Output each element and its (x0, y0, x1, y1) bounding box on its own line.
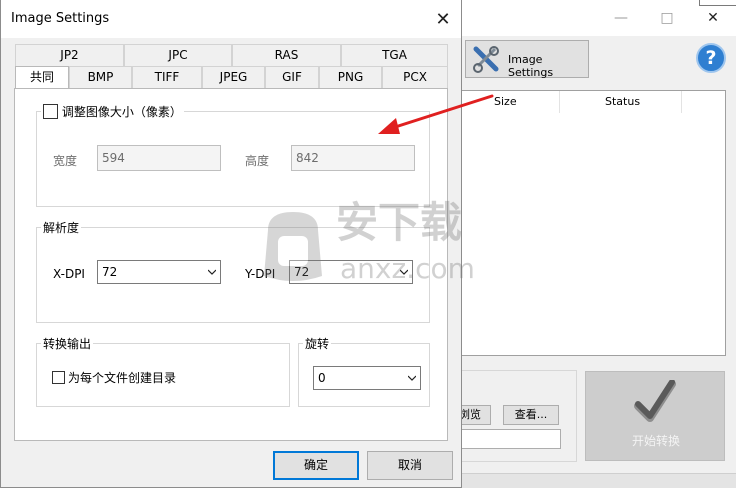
width-label: 宽度 (53, 154, 78, 168)
tab-jpc[interactable]: JPC (124, 44, 232, 66)
dialog-title: Image Settings (11, 11, 110, 26)
tab-gif[interactable]: GIF (265, 66, 319, 88)
watermark-subtext: anxz.com (340, 252, 475, 285)
column-header-status[interactable]: Status (560, 91, 682, 113)
tab-tiff[interactable]: TIFF (132, 66, 202, 88)
tab-bmp[interactable]: BMP (69, 66, 132, 88)
help-icon[interactable]: ? (696, 43, 726, 73)
checkmark-icon (634, 380, 676, 422)
create-folder-checkbox[interactable] (52, 371, 65, 384)
tab-ras[interactable]: RAS (232, 44, 341, 66)
create-folder-label: 为每个文件创建目录 (68, 371, 177, 385)
chevron-down-icon (408, 375, 416, 381)
start-convert-label: 开始转换 (631, 434, 680, 448)
output-legend: 转换输出 (41, 335, 94, 352)
image-settings-label: Image Settings (508, 53, 554, 79)
resize-checkbox-label: 调整图像大小（像素） (61, 105, 182, 119)
window-edge-strip (699, 0, 736, 6)
chevron-down-icon (208, 269, 216, 275)
tab-jpeg[interactable]: JPEG (202, 66, 265, 88)
dialog-titlebar: Image Settings ✕ (1, 0, 461, 38)
resize-checkbox[interactable] (43, 104, 58, 119)
ok-button[interactable]: 确定 (273, 451, 359, 480)
image-settings-button[interactable]: Image Settings (465, 40, 589, 79)
close-icon[interactable]: ✕ (431, 8, 455, 32)
resolution-legend: 解析度 (41, 219, 82, 236)
rotation-legend: 旋转 (303, 335, 332, 352)
watermark-text: 安下载 (336, 198, 463, 247)
cancel-button[interactable]: 取消 (367, 451, 453, 480)
shield-logo-icon (264, 212, 322, 281)
annotation-arrow-icon (378, 94, 494, 134)
tools-icon (473, 46, 499, 73)
resize-legend: 调整图像大小（像素） (41, 103, 184, 121)
output-path-input[interactable] (457, 429, 561, 449)
start-convert-button[interactable]: 开始转换 (585, 371, 725, 461)
status-bar (441, 473, 736, 488)
close-icon[interactable]: ✕ (703, 8, 723, 28)
xdpi-label: X-DPI (53, 267, 85, 281)
width-input[interactable]: 594 (97, 145, 221, 171)
rotation-value: 0 (318, 371, 326, 385)
height-input[interactable]: 842 (291, 145, 415, 171)
tab-png[interactable]: PNG (319, 66, 382, 88)
tab-jp2[interactable]: JP2 (15, 44, 124, 66)
minimize-icon[interactable]: — (611, 8, 631, 28)
main-window-titlebar: — □ ✕ (441, 0, 736, 36)
tab-common[interactable]: 共同 (15, 66, 69, 90)
xdpi-select[interactable]: 72 (97, 260, 221, 284)
height-label: 高度 (245, 154, 270, 168)
tab-tga[interactable]: TGA (341, 44, 448, 66)
rotation-select[interactable]: 0 (313, 366, 421, 390)
xdpi-value: 72 (102, 265, 118, 279)
view-button[interactable]: 查看... (503, 405, 559, 425)
tab-pcx[interactable]: PCX (382, 66, 448, 88)
watermark: 安下载 anxz.com (256, 198, 486, 294)
maximize-icon[interactable]: □ (657, 8, 677, 28)
browse-button[interactable]: 浏览 (457, 405, 491, 425)
